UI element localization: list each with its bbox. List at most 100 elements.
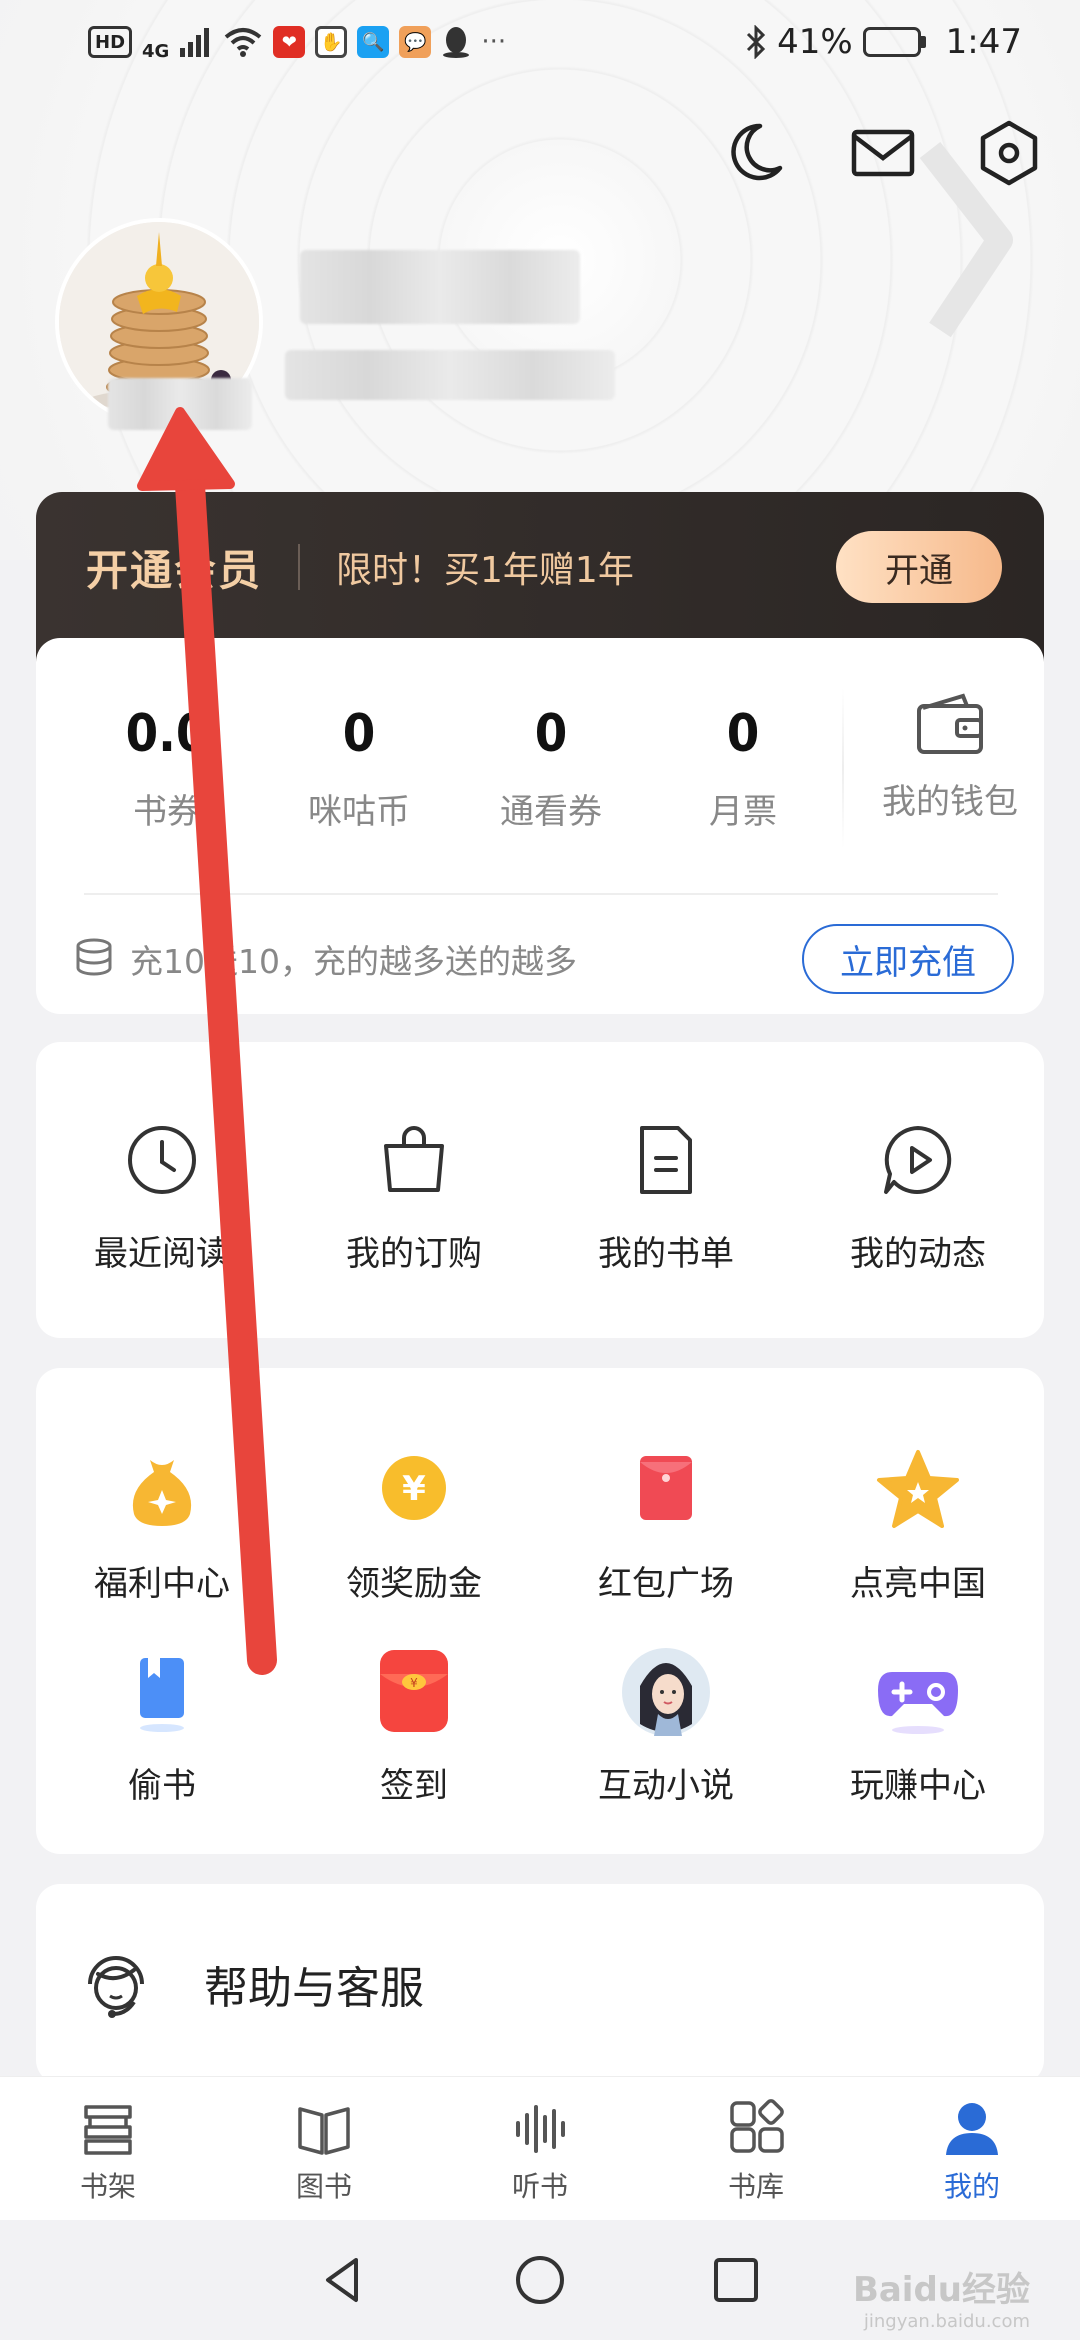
wallet-icon: [917, 693, 983, 754]
my-activity-button[interactable]: 我的动态: [792, 1112, 1044, 1275]
red-packet-square-button[interactable]: 红包广场: [540, 1442, 792, 1605]
light-up-china-button[interactable]: 点亮中国: [792, 1442, 1044, 1605]
blue-book-icon: [140, 1658, 184, 1732]
vip-banner[interactable]: 开通会员 限时！买1年赠1年 开通: [36, 492, 1044, 662]
feature-label: 福利中心: [94, 1564, 230, 1604]
vip-promo-text: 限时！买1年赠1年: [336, 550, 634, 591]
stat-migu-coin[interactable]: 0 咪咕币: [263, 638, 455, 888]
network-type: 4G: [142, 40, 170, 62]
tab-bookshelf[interactable]: 书架: [0, 2077, 216, 2220]
battery-percent: 41%: [777, 22, 853, 62]
quick-actions-card: 最近阅读 我的订购 我的书单 我的动态: [36, 1042, 1044, 1338]
tab-audiobooks[interactable]: 听书: [432, 2077, 648, 2220]
back-icon[interactable]: [316, 2252, 372, 2308]
character-avatar-icon: [622, 1648, 710, 1736]
vip-divider: [298, 544, 301, 590]
stat-value: 0: [342, 704, 376, 764]
blurred-user-info: [285, 350, 615, 400]
status-bar: HD 4G ❤ ✋ 🔍 💬 ··· 41% 1:47: [0, 0, 1080, 84]
wallet-card: 0.0 书券 0 咪咕币 0 通看券 0 月票 我的钱包 充10送10，充的越多…: [36, 638, 1044, 1014]
feature-label: 点亮中国: [850, 1564, 986, 1604]
more-notifications-icon: ···: [481, 27, 507, 57]
gamepad-icon: [878, 1672, 958, 1734]
wallet-separator: [842, 688, 844, 848]
help-label: 帮助与客服: [204, 1963, 424, 2014]
stat-value: 0.0: [125, 704, 209, 764]
my-orders-button[interactable]: 我的订购: [288, 1112, 540, 1275]
document-icon: [640, 1126, 692, 1194]
features-row-2: 偷书 ¥ 签到 互动小说 玩赚中心: [36, 1644, 1044, 1807]
play-earn-center-button[interactable]: 玩赚中心: [792, 1644, 1044, 1807]
feature-label: 偷书: [128, 1766, 196, 1806]
quick-actions-row: 最近阅读 我的订购 我的书单 我的动态: [36, 1112, 1044, 1275]
tab-label: 我的: [943, 2170, 1000, 2203]
checkin-envelope-icon: ¥: [380, 1650, 448, 1732]
my-wallet-label: 我的钱包: [882, 782, 1018, 822]
signal-icon: [180, 28, 210, 57]
features-row-1: 福利中心 ¥ 领奖励金 红包广场 点亮中国: [36, 1442, 1044, 1605]
wifi-icon: [225, 28, 262, 57]
stat-label: 月票: [709, 792, 777, 832]
mail-icon[interactable]: [848, 118, 918, 188]
bookshelf-icon: [84, 2105, 132, 2155]
tab-books[interactable]: 图书: [216, 2077, 432, 2220]
tab-label: 图书: [295, 2170, 352, 2203]
feature-label: 玩赚中心: [850, 1766, 986, 1806]
help-card[interactable]: 帮助与客服: [36, 1884, 1044, 2084]
moon-icon[interactable]: [720, 118, 790, 188]
stat-monthly-ticket[interactable]: 0 月票: [647, 638, 839, 888]
features-card: 福利中心 ¥ 领奖励金 红包广场 点亮中国 偷书 ¥ 签到 互动小说 玩赚中心: [36, 1368, 1044, 1854]
money-bag-icon: [132, 1460, 192, 1526]
interactive-novel-button[interactable]: 互动小说: [540, 1644, 792, 1807]
yuan-coin-icon: ¥: [382, 1456, 446, 1520]
steal-book-button[interactable]: 偷书: [36, 1644, 288, 1807]
status-left: HD 4G ❤ ✋ 🔍 💬 ···: [88, 23, 506, 62]
stat-value: 0: [534, 704, 568, 764]
coins-icon: [76, 938, 112, 976]
hd-indicator: HD: [88, 26, 133, 58]
settings-hexagon-icon[interactable]: [974, 118, 1044, 188]
chat-app-icon: 💬: [399, 26, 432, 58]
stat-value: 0: [726, 704, 760, 764]
svg-text:¥: ¥: [402, 1469, 426, 1509]
tab-label: 书库: [727, 2170, 784, 2203]
clock-icon: [128, 1126, 196, 1194]
stat-book-coupon[interactable]: 0.0 书券: [71, 638, 263, 888]
tab-label: 书架: [79, 2170, 136, 2203]
user-icon: [946, 2103, 998, 2155]
search-app-icon: 🔍: [357, 26, 390, 58]
svg-text:¥: ¥: [410, 1676, 418, 1690]
vip-title: 开通会员: [86, 545, 263, 595]
vip-open-button[interactable]: 开通: [836, 531, 1002, 603]
feature-label: 红包广场: [598, 1564, 734, 1604]
welfare-center-button[interactable]: 福利中心: [36, 1442, 288, 1605]
pinduoduo-icon: ❤: [273, 26, 306, 58]
claim-reward-button[interactable]: ¥ 领奖励金: [288, 1442, 540, 1605]
check-in-button[interactable]: ¥ 签到: [288, 1644, 540, 1807]
shopping-bag-icon: [384, 1126, 444, 1192]
blurred-avatar-badge: [108, 378, 252, 430]
qq-penguin-icon: [443, 27, 470, 58]
tab-mine[interactable]: 我的: [864, 2077, 1080, 2220]
watermark-url: jingyan.baidu.com: [863, 2311, 1030, 2332]
stat-read-ticket[interactable]: 0 通看券: [455, 638, 647, 888]
my-wallet-button[interactable]: 我的钱包: [856, 692, 1044, 823]
tab-library[interactable]: 书库: [648, 2077, 864, 2220]
quick-action-label: 我的订购: [346, 1234, 482, 1274]
my-booklist-button[interactable]: 我的书单: [540, 1112, 792, 1275]
tab-label: 听书: [511, 2170, 568, 2203]
stat-label: 咪咕币: [308, 792, 410, 832]
play-bubble-icon: [884, 1126, 952, 1194]
help-row[interactable]: 帮助与客服: [76, 1944, 424, 2024]
quick-action-label: 最近阅读: [94, 1234, 230, 1274]
recharge-now-button[interactable]: 立即充值: [802, 924, 1014, 994]
star-icon: [877, 1450, 959, 1528]
bluetooth-icon: [747, 25, 766, 59]
home-icon[interactable]: [512, 2252, 568, 2308]
open-book-icon: [298, 2107, 350, 2155]
recent-reading-button[interactable]: 最近阅读: [36, 1112, 288, 1275]
clock-time: 1:47: [945, 22, 1022, 62]
blurred-username: [300, 250, 580, 324]
battery-icon: [862, 27, 926, 57]
recents-icon[interactable]: [708, 2252, 764, 2308]
